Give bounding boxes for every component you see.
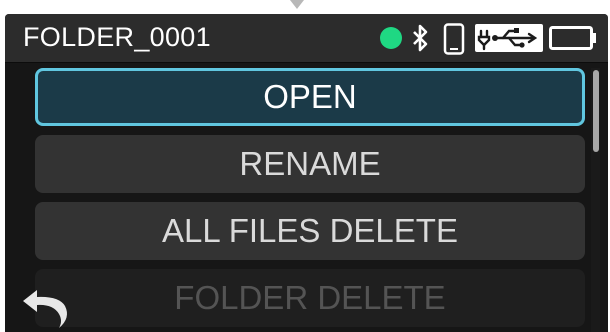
menu-item-folder-delete[interactable]: FOLDER DELETE — [35, 269, 585, 327]
phone-icon — [443, 23, 465, 55]
recording-status-dot-icon — [380, 27, 402, 49]
menu-item-all-files-delete[interactable]: ALL FILES DELETE — [35, 202, 585, 260]
menu-item-open[interactable]: OPEN — [35, 68, 585, 126]
usb-power-icon — [475, 24, 543, 52]
device-screen: FOLDER_0001 OPEN RENAME ALL FILES DELETE… — [5, 14, 608, 332]
back-arrow-icon[interactable] — [19, 280, 71, 330]
folder-name-title: FOLDER_0001 — [23, 22, 211, 52]
top-notch-marker — [290, 0, 304, 9]
menu-item-rename[interactable]: RENAME — [35, 135, 585, 193]
status-bar: FOLDER_0001 — [5, 14, 608, 63]
scrollbar-thumb[interactable] — [593, 70, 599, 152]
bluetooth-icon — [413, 24, 428, 52]
battery-icon — [549, 26, 596, 50]
